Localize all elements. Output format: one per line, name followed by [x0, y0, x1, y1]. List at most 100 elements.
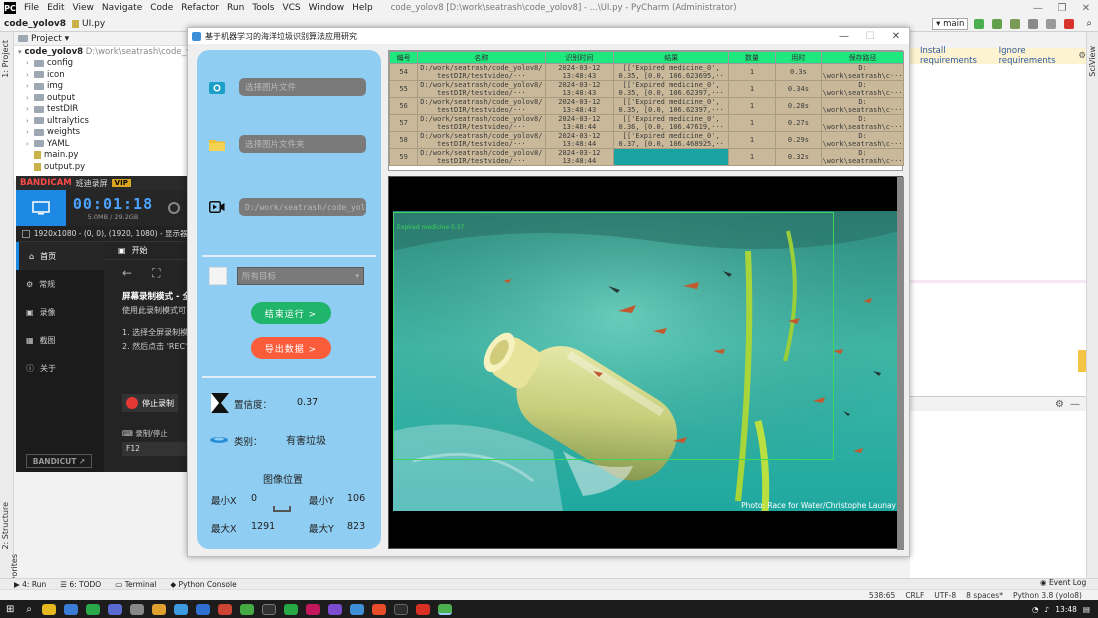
tool-sciview-tab[interactable]: SciView [1088, 46, 1097, 77]
cell-result[interactable]: [['Expired medicine_0', 0.35, [0.0, 106.6… [613, 80, 730, 98]
event-log-tab[interactable]: ◉ Event Log [1040, 578, 1086, 587]
back-arrow-icon[interactable]: ← [122, 266, 132, 280]
interpreter[interactable]: Python 3.8 (yolo8) [1013, 591, 1082, 600]
webcam-button[interactable] [160, 190, 188, 226]
select-area-icon[interactable]: ⛶ [152, 266, 160, 281]
cell-name[interactable]: D:/work/seatrash/code_yolov8/testDIR/tes… [417, 131, 546, 149]
app-icon[interactable] [306, 603, 320, 615]
indent-setting[interactable]: 8 spaces* [966, 591, 1003, 600]
browser-icon[interactable] [64, 603, 78, 615]
install-requirements-link[interactable]: Install requirements [920, 46, 987, 66]
stop-run-button[interactable]: 结束运行 > [251, 302, 331, 324]
cell-result[interactable]: [['Expired medicine_0', 0.35, [0.0, 106.6… [613, 63, 730, 81]
tree-item-img[interactable]: › img [14, 81, 189, 93]
cell-path[interactable]: D: \work\seatrash\c··· [821, 80, 904, 98]
tree-item-yaml[interactable]: › YAML [14, 138, 189, 150]
cell-id[interactable]: 56 [388, 97, 419, 115]
app-icon[interactable] [372, 603, 386, 615]
cell-time[interactable]: 2024-03-12 13:48:44 [544, 148, 615, 166]
tree-root[interactable]: ▾ code_yolov8 D:\work\seatrash\code_yolo… [14, 46, 214, 58]
folder-icon[interactable] [209, 136, 225, 152]
tray-icon[interactable]: ◔ [1032, 605, 1039, 614]
view-scrollbar[interactable] [897, 177, 904, 550]
app-icon[interactable] [174, 603, 188, 615]
bandicut-button[interactable]: BANDICUT ↗ [26, 454, 92, 468]
tool-todo-tab[interactable]: ☰ 6: TODO [60, 580, 101, 589]
menu-file[interactable]: File [20, 3, 43, 13]
table-row[interactable]: 59 D:/work/seatrash/code_yolov8/testDIR/t… [388, 148, 904, 166]
nav-screenshot[interactable]: ▦ 截图 [16, 326, 104, 354]
cell-name[interactable]: D:/work/seatrash/code_yolov8/testDIR/tes… [417, 148, 546, 166]
hide-panel-icon[interactable]: — [1070, 399, 1080, 410]
rerun-icon[interactable] [1046, 18, 1057, 29]
maximize-icon[interactable]: ☐ [857, 31, 883, 42]
menu-navigate[interactable]: Navigate [98, 3, 146, 13]
tool-run-tab[interactable]: ▶ 4: Run [14, 580, 46, 589]
col-header-result[interactable]: 结果 [613, 51, 730, 64]
cell-id[interactable]: 55 [388, 80, 419, 98]
cell-id[interactable]: 58 [388, 131, 419, 149]
video-camera-icon[interactable] [209, 199, 225, 215]
cell-result[interactable]: [['Expired medicine_0', 0.36, [0.0, 106.4… [613, 114, 730, 132]
table-row[interactable]: 56 D:/work/seatrash/code_yolov8/testDIR/t… [388, 97, 904, 115]
menu-code[interactable]: Code [146, 3, 177, 13]
app-icon[interactable] [262, 603, 276, 615]
menu-edit[interactable]: Edit [43, 3, 68, 13]
image-folder-input[interactable]: 选择图片文件夹 [239, 135, 366, 153]
cell-path[interactable]: D: \work\seatrash\c··· [821, 131, 904, 149]
app-icon[interactable] [394, 603, 408, 615]
close-icon[interactable]: ✕ [883, 31, 909, 42]
cell-result[interactable]: [['Expired medicine_0', 0.35, [0.0, 106.6… [613, 97, 730, 115]
cell-result[interactable]: [['Expired medicine_0', 0.37, [0.0, 106.4… [613, 131, 730, 149]
app-icon[interactable] [284, 603, 298, 615]
cell-time[interactable]: 2024-03-12 13:48:43 [544, 80, 615, 98]
restore-icon[interactable]: ❐ [1050, 3, 1074, 14]
target-select[interactable]: 所有目标 ▾ [237, 267, 364, 285]
tray-icon[interactable]: ♪ [1044, 605, 1049, 614]
menu-view[interactable]: View [69, 3, 98, 13]
target-checkbox[interactable] [209, 267, 227, 285]
breadcrumb-file[interactable]: UI.py [72, 19, 105, 29]
cell-result[interactable] [613, 148, 730, 166]
tool-terminal-tab[interactable]: ▭ Terminal [115, 580, 156, 589]
app-icon[interactable] [328, 603, 342, 615]
col-header-id[interactable]: 编号 [388, 51, 419, 64]
project-header[interactable]: Project ▾ [14, 32, 189, 46]
nav-video[interactable]: ▣ 录像 [16, 298, 104, 326]
ignore-requirements-link[interactable]: Ignore requirements [999, 46, 1067, 66]
cell-time[interactable]: 2024-03-12 13:48:43 [544, 97, 615, 115]
tool-python-console-tab[interactable]: ◆ Python Console [170, 580, 236, 589]
stop-record-button[interactable]: 停止录制 [122, 394, 178, 412]
app-icon[interactable] [240, 603, 254, 615]
search-icon[interactable]: ⌕ [26, 604, 32, 615]
clock[interactable]: 13:48 [1055, 605, 1077, 614]
col-header-time[interactable]: 识别时间 [544, 51, 615, 64]
menu-window[interactable]: Window [305, 3, 349, 13]
branch-select[interactable]: ▾ main [932, 17, 969, 30]
explorer-icon[interactable] [152, 603, 166, 615]
image-file-input[interactable]: 选择图片文件 [239, 78, 366, 96]
menu-tools[interactable]: Tools [248, 3, 278, 13]
cell-count[interactable]: 1 [728, 131, 776, 149]
app-icon[interactable] [108, 603, 122, 615]
cell-count[interactable]: 1 [728, 148, 776, 166]
cell-time[interactable]: 2024-03-12 13:48:44 [544, 131, 615, 149]
cell-path[interactable]: D: \work\seatrash\c··· [821, 114, 904, 132]
col-header-count[interactable]: 数量 [728, 51, 776, 64]
screen-mode-button[interactable] [16, 190, 66, 226]
cell-name[interactable]: D:/work/seatrash/code_yolov8/testDIR/tes… [417, 63, 546, 81]
nav-general[interactable]: ⚙ 常规 [16, 270, 104, 298]
table-row[interactable]: 57 D:/work/seatrash/code_yolov8/testDIR/t… [388, 114, 904, 132]
tree-item-main-py[interactable]: main.py [14, 150, 189, 162]
cell-elapsed[interactable]: 0.28s [774, 97, 823, 115]
minimize-icon[interactable]: — [831, 31, 857, 42]
close-icon[interactable]: ✕ [1074, 3, 1098, 14]
camera-icon[interactable] [209, 79, 225, 95]
coverage-icon[interactable] [1010, 18, 1021, 29]
cell-count[interactable]: 1 [728, 97, 776, 115]
cell-name[interactable]: D:/work/seatrash/code_yolov8/testDIR/tes… [417, 97, 546, 115]
tree-item-ultralytics[interactable]: › ultralytics [14, 115, 189, 127]
cursor-position[interactable]: 538:65 [869, 591, 895, 600]
run-icon[interactable] [974, 18, 985, 29]
cell-elapsed[interactable]: 0.27s [774, 114, 823, 132]
